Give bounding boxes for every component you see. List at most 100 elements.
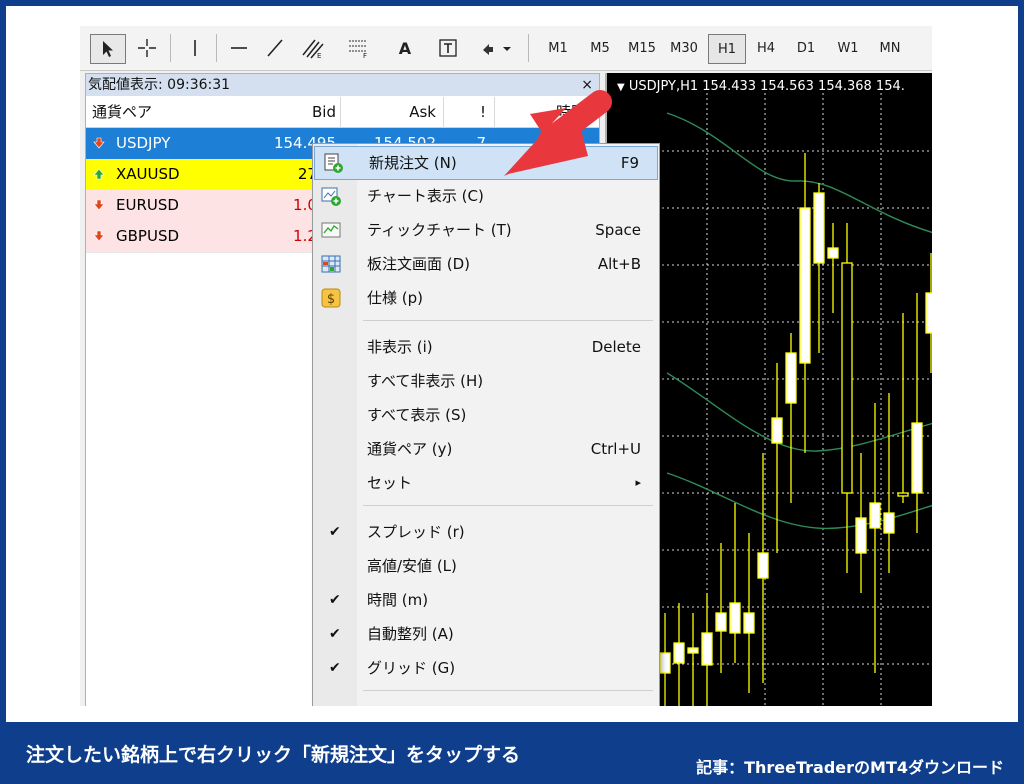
submenu-arrow-icon: ▸	[635, 476, 641, 489]
menu-item-shortcut: Delete	[591, 338, 641, 356]
timeframe-h4[interactable]: H4	[748, 34, 784, 62]
column-header-bid[interactable]: Bid	[246, 97, 336, 127]
toolbar-separator	[216, 34, 217, 62]
menu-item-label: すべて表示 (S)	[367, 406, 467, 424]
candle-body	[771, 417, 783, 444]
candle-body	[883, 512, 895, 534]
candle-body	[841, 262, 853, 494]
candle-body	[785, 352, 797, 404]
trendline-icon	[267, 39, 283, 57]
trendline-button[interactable]	[260, 34, 290, 62]
menu-item-label: 仕様 (p)	[367, 289, 423, 307]
timeframe-m15[interactable]: M15	[622, 34, 662, 62]
check-icon: ✔	[329, 524, 341, 540]
timeframe-m5[interactable]: M5	[582, 34, 618, 62]
down-arrow-icon	[93, 137, 105, 149]
candle-body	[743, 612, 755, 634]
menu-item-label: スプレッド (r)	[367, 523, 465, 541]
menu-item-show-all[interactable]: すべて表示 (S)	[313, 399, 659, 431]
menu-item-depth-of-market[interactable]: 板注文画面 (D) Alt+B	[313, 248, 659, 280]
menu-item-symbols[interactable]: 通貨ペア (y) Ctrl+U	[313, 433, 659, 465]
menu-item-open-chart[interactable]: チャート表示 (C)	[313, 180, 659, 212]
menu-item-new-order[interactable]: 新規注文 (N) F9	[314, 146, 658, 180]
column-header-time[interactable]: 時間	[526, 97, 586, 127]
channel-icon: E	[302, 39, 324, 59]
down-arrow-icon	[93, 230, 105, 242]
cursor-tool-button[interactable]	[90, 34, 126, 64]
menu-item-shortcut: Space	[595, 221, 641, 239]
menu-item-hide[interactable]: 非表示 (i) Delete	[313, 331, 659, 363]
menu-item-sets[interactable]: セット ▸	[313, 467, 659, 499]
candle-body	[715, 612, 727, 632]
column-header-spread[interactable]: !	[466, 97, 486, 127]
candle-body	[813, 192, 825, 264]
tick-chart-icon	[321, 222, 341, 238]
timeframe-d1[interactable]: D1	[788, 34, 824, 62]
symbol-cell: GBPUSD	[116, 227, 180, 245]
arrows-dropdown-icon	[483, 44, 511, 55]
toolbar-separator	[528, 34, 529, 62]
text-tool-button[interactable]: A	[392, 34, 418, 62]
toolbar-separator	[170, 34, 171, 62]
symbol-cell: USDJPY	[116, 134, 171, 152]
vertical-line-button[interactable]	[180, 34, 210, 62]
menu-item-label: すべて非表示 (H)	[367, 372, 484, 390]
menu-item-label: 時間 (m)	[367, 591, 429, 609]
candle-body	[827, 247, 839, 259]
down-arrow-icon	[93, 199, 105, 211]
fibonacci-icon: F	[349, 40, 367, 59]
horizontal-line-button[interactable]	[224, 34, 254, 62]
column-header-pair[interactable]: 通貨ペア	[92, 97, 152, 127]
menu-item-spread[interactable]: ✔ スプレッド (r)	[313, 516, 659, 548]
timeframe-mn[interactable]: MN	[872, 34, 908, 62]
svg-text:$: $	[327, 292, 335, 307]
crosshair-tool-button[interactable]	[132, 34, 162, 62]
arrows-dropdown-button[interactable]	[476, 34, 516, 62]
timeframe-h1[interactable]: H1	[708, 34, 746, 64]
menu-item-grid[interactable]: ✔ グリッド (G)	[313, 652, 659, 684]
chart-title-dropdown-icon[interactable]: ▼	[617, 82, 625, 93]
menu-item-specification[interactable]: $ 仕様 (p)	[313, 282, 659, 314]
text-label-icon	[439, 39, 457, 57]
timeframe-m30[interactable]: M30	[664, 34, 704, 62]
menu-item-high-low[interactable]: 高値/安値 (L)	[313, 550, 659, 582]
svg-text:F: F	[363, 52, 367, 59]
market-watch-header: 通貨ペア Bid Ask ! 時間	[86, 97, 599, 128]
vertical-line-icon	[194, 40, 196, 56]
fibonacci-button[interactable]: F	[342, 34, 376, 62]
cursor-icon	[103, 41, 113, 57]
horizontal-line-icon	[231, 47, 247, 49]
frame-border-left	[0, 0, 6, 722]
timeframe-m1[interactable]: M1	[540, 34, 576, 62]
menu-item-auto-arrange[interactable]: ✔ 自動整列 (A)	[313, 618, 659, 650]
close-icon[interactable]: ×	[581, 74, 593, 96]
candle-body	[897, 492, 909, 497]
candle-body	[757, 552, 769, 579]
chart-title: ▼ USDJPY,H1 154.433 154.563 154.368 154.	[617, 79, 905, 94]
menu-item-hide-all[interactable]: すべて非表示 (H)	[313, 365, 659, 397]
menu-item-label: セット	[367, 474, 413, 492]
menu-item-label: 新規注文 (N)	[369, 154, 457, 172]
symbol-cell: EURUSD	[116, 196, 179, 214]
menu-item-time[interactable]: ✔ 時間 (m)	[313, 584, 659, 616]
check-icon: ✔	[329, 592, 341, 608]
up-arrow-icon	[93, 168, 105, 180]
candle-body	[799, 207, 811, 364]
text-label-button[interactable]	[434, 34, 462, 62]
equidistant-channel-button[interactable]: E	[296, 34, 330, 62]
menu-item-shortcut: Ctrl+U	[590, 440, 641, 458]
menu-separator	[363, 320, 653, 321]
menu-item-label: 板注文画面 (D)	[367, 255, 471, 273]
timeframe-w1[interactable]: W1	[830, 34, 866, 62]
candle-body	[701, 632, 713, 666]
column-header-ask[interactable]: Ask	[356, 97, 436, 127]
candle-body	[659, 652, 671, 674]
candle-body	[925, 292, 932, 334]
menu-item-label: 非表示 (i)	[367, 338, 433, 356]
toolbar: E F A M1 M5 M15 M30 H1 H4 D1 W1 MN	[80, 26, 932, 71]
menu-item-label: 高値/安値 (L)	[367, 557, 457, 575]
candle-body	[687, 647, 699, 654]
menu-item-tick-chart[interactable]: ティックチャート (T) Space	[313, 214, 659, 246]
menu-item-label: 自動整列 (A)	[367, 625, 454, 643]
market-watch-titlebar: 気配値表示: 09:36:31 ×	[86, 74, 599, 96]
